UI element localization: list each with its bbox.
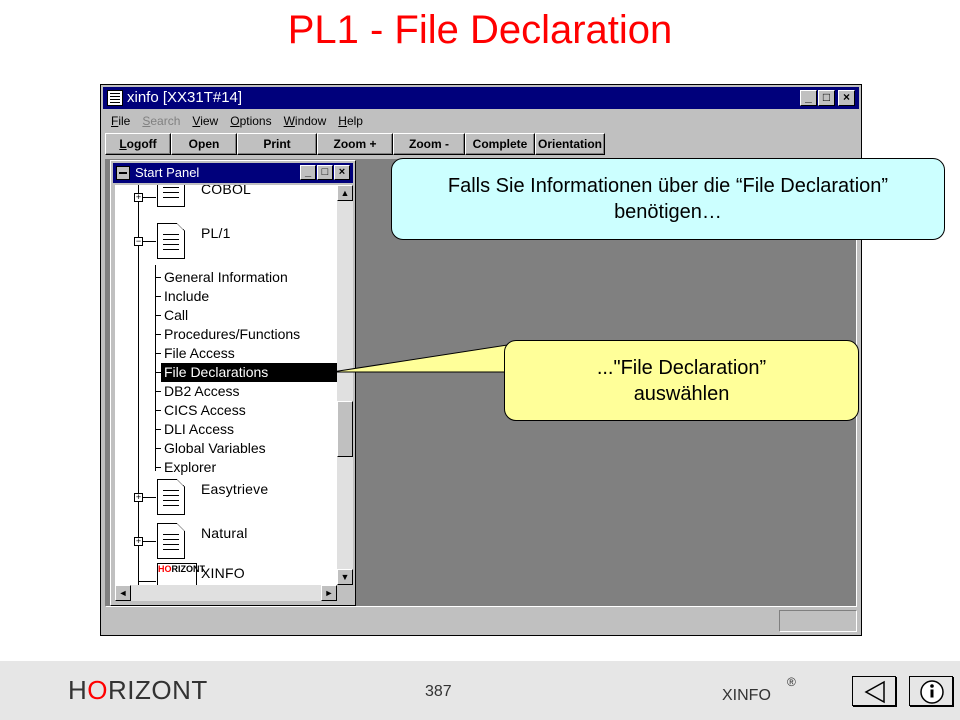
natural-expander-icon[interactable]: + (134, 537, 143, 546)
open-button[interactable]: Open (171, 133, 237, 155)
registered-mark: ® (787, 675, 796, 689)
easytrieve-expander-icon[interactable]: + (134, 493, 143, 502)
tree-group-easytrieve[interactable]: Easytrieve (201, 481, 268, 497)
tree-item-cics-access[interactable]: CICS Access (161, 401, 249, 420)
tree-item-general-information[interactable]: General Information (161, 268, 291, 287)
tree-item-file-access[interactable]: File Access (161, 344, 238, 363)
scroll-down-arrow-icon[interactable]: ▼ (337, 569, 353, 585)
pl1-document-icon[interactable] (157, 223, 185, 259)
natural-document-icon[interactable] (157, 523, 185, 559)
menu-help[interactable]: Help (338, 111, 363, 131)
action-callout: ..."File Declaration” auswählen (504, 340, 859, 421)
tree-vertical-scrollbar[interactable]: ▲ ▼ (337, 185, 353, 585)
scroll-left-arrow-icon[interactable]: ◄ (115, 585, 131, 601)
print-button[interactable]: Print (237, 133, 317, 155)
menu-bar: File Search View Options Window Help (103, 111, 859, 131)
cobol-document-icon[interactable] (157, 185, 185, 207)
start-panel-close-button[interactable]: × (334, 165, 350, 180)
toolbar: Logoff Open Print Zoom + Zoom - Complete… (105, 133, 605, 155)
tree-item-dli-access[interactable]: DLI Access (161, 420, 237, 439)
tree-horizontal-scrollbar[interactable]: ◄ ► (115, 585, 337, 601)
footer-brand: HORIZONT (68, 675, 208, 705)
tree-item-file-declarations[interactable]: File Declarations (161, 363, 337, 382)
logoff-button[interactable]: Logoff (105, 133, 171, 155)
status-bar (105, 610, 857, 632)
triangle-left-icon (864, 680, 885, 704)
tree-branch-line (138, 581, 156, 582)
tree-group-pl1[interactable]: PL/1 (201, 225, 231, 241)
system-menu-icon[interactable] (116, 166, 130, 180)
tree-item-call[interactable]: Call (161, 306, 191, 325)
start-panel-minimize-button[interactable]: _ (300, 165, 316, 180)
easytrieve-document-icon[interactable] (157, 479, 185, 515)
tree-item-procedures-functions[interactable]: Procedures/Functions (161, 325, 303, 344)
tree-item-global-variables[interactable]: Global Variables (161, 439, 269, 458)
cobol-expander-icon[interactable]: + (134, 193, 143, 202)
zoom-in-button[interactable]: Zoom + (317, 133, 393, 155)
scroll-right-arrow-icon[interactable]: ► (321, 585, 337, 601)
orientation-button[interactable]: Orientation (535, 133, 605, 155)
slide-title: PL1 - File Declaration (287, 8, 673, 52)
minimize-button[interactable]: _ (800, 90, 817, 106)
maximize-button[interactable]: □ (818, 90, 835, 106)
horizont-logo-icon[interactable]: HORIZONT (157, 563, 205, 585)
start-panel-maximize-button[interactable]: □ (317, 165, 333, 180)
info-button[interactable] (909, 676, 953, 706)
menu-view[interactable]: View (192, 111, 218, 131)
menu-search[interactable]: Search (142, 111, 180, 131)
tree-item-explorer[interactable]: Explorer (161, 458, 219, 477)
close-button[interactable]: × (838, 90, 855, 106)
scroll-up-arrow-icon[interactable]: ▲ (337, 185, 353, 201)
footer-product: XINFO (722, 687, 771, 704)
menu-options[interactable]: Options (230, 111, 271, 131)
back-button[interactable] (852, 676, 896, 706)
action-callout-text: ..."File Declaration” auswählen (596, 356, 767, 405)
start-panel-tree: + COBOL − PL/1 General Information Inclu… (115, 185, 337, 585)
pl1-collapse-icon[interactable]: − (134, 237, 143, 246)
tree-item-db2-access[interactable]: DB2 Access (161, 382, 242, 401)
status-panel (779, 610, 857, 632)
page-number: 387 (425, 683, 452, 700)
zoom-out-button[interactable]: Zoom - (393, 133, 465, 155)
start-panel-titlebar[interactable]: Start Panel _ □ × (113, 163, 353, 183)
window-title: xinfo [XX31T#14] (127, 89, 243, 106)
app-icon[interactable] (107, 90, 123, 106)
tree-item-include[interactable]: Include (161, 287, 212, 306)
info-callout: Falls Sie Informationen über die “File D… (391, 158, 945, 240)
tree-group-natural[interactable]: Natural (201, 525, 248, 541)
start-panel-title: Start Panel (135, 165, 200, 180)
slide-footer: HORIZONT 387 XINFO ® (0, 661, 960, 720)
window-titlebar[interactable]: xinfo [XX31T#14] _ □ × (103, 87, 859, 109)
start-panel-window: Start Panel _ □ × + COBOL − PL/1 General… (110, 160, 356, 606)
menu-file[interactable]: File (111, 111, 130, 131)
tree-group-cobol[interactable]: COBOL (201, 185, 251, 197)
complete-button[interactable]: Complete (465, 133, 535, 155)
scroll-thumb[interactable] (337, 401, 353, 457)
info-icon (920, 680, 944, 704)
menu-window[interactable]: Window (284, 111, 327, 131)
tree-group-xinfo[interactable]: XINFO (201, 565, 245, 581)
info-callout-text: Falls Sie Informationen über die “File D… (447, 175, 889, 223)
